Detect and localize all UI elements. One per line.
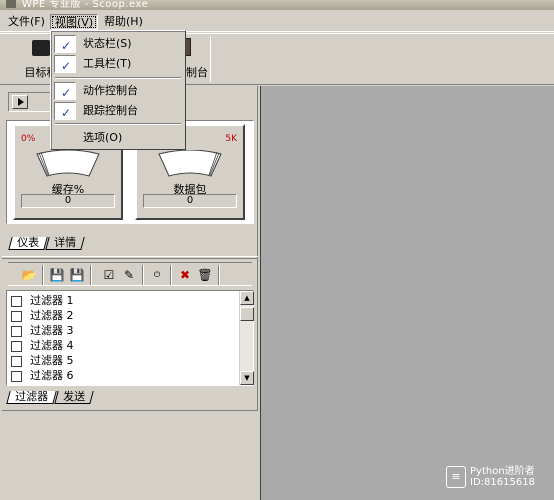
list-item[interactable]: 过滤器 3 xyxy=(11,323,74,338)
watermark-line2: ID:81615618 xyxy=(470,477,535,488)
list-item[interactable]: 过滤器 1 xyxy=(11,293,74,308)
list-item[interactable]: 过滤器 4 xyxy=(11,338,74,353)
view-menu-action-console-label: 动作控制台 xyxy=(83,84,138,97)
tab-gauges[interactable]: 仪表 xyxy=(8,236,48,250)
menu-file[interactable]: 文件(F) xyxy=(4,14,49,30)
save-all-icon[interactable]: 💾 xyxy=(68,266,86,284)
gauge-min-label: 0% xyxy=(21,134,36,144)
toolbar-separator xyxy=(210,36,211,82)
menu-view[interactable]: 视图(V) xyxy=(50,14,99,30)
filter-list-scrollbar[interactable]: ▲ ▼ xyxy=(239,291,254,385)
gauge-arc-icon xyxy=(36,150,100,177)
view-menu-statusbar[interactable]: ✓ 状态栏(S) xyxy=(53,34,183,54)
check-icon: ✓ xyxy=(61,59,72,73)
filter-checkbox[interactable] xyxy=(11,340,22,352)
watermark-line1: Python进阶者 xyxy=(470,466,535,477)
menu-separator xyxy=(55,123,181,125)
scroll-up-icon[interactable]: ▲ xyxy=(240,291,254,305)
action-console-check-box: ✓ xyxy=(54,82,76,100)
filter-checkbox[interactable] xyxy=(11,325,22,337)
filter-checkbox[interactable] xyxy=(11,310,22,322)
list-item[interactable]: 过滤器 2 xyxy=(11,308,74,323)
title-bar: WPE 专业版 - Scoop.exe xyxy=(0,0,554,10)
toolbar-separator xyxy=(42,265,44,285)
delete-icon[interactable]: ✖ xyxy=(176,266,194,284)
view-menu-trace-console[interactable]: ✓ 跟踪控制台 xyxy=(53,101,183,121)
toolbar-separator xyxy=(218,265,220,285)
save-icon[interactable]: 💾 xyxy=(48,266,66,284)
check-icon: ✓ xyxy=(61,106,72,120)
filter-label: 过滤器 6 xyxy=(30,369,74,382)
tab-send[interactable]: 发送 xyxy=(53,390,94,404)
gauge-value: 0 xyxy=(143,194,237,208)
filter-label: 过滤器 3 xyxy=(30,324,74,337)
filter-checkbox[interactable] xyxy=(11,355,22,367)
tab-gauges-label: 仪表 xyxy=(17,236,40,249)
on-off-icon[interactable]: ⏻ xyxy=(148,266,166,284)
check-icon: ✓ xyxy=(61,39,72,53)
gauge-value: 0 xyxy=(21,194,115,208)
scroll-down-icon[interactable]: ▼ xyxy=(240,371,254,385)
trash-icon[interactable]: 🗑 xyxy=(196,266,214,284)
tab-filters-label: 过滤器 xyxy=(15,390,49,403)
check-icon[interactable]: ☑ xyxy=(100,266,118,284)
menu-help[interactable]: 帮助(H) xyxy=(100,14,147,30)
tab-send-label: 发送 xyxy=(62,390,85,403)
play-button[interactable] xyxy=(12,95,28,109)
edit-icon[interactable]: ✎ xyxy=(120,266,138,284)
main-workspace xyxy=(260,86,554,500)
watermark-logo-icon: ≡ xyxy=(446,466,466,488)
view-menu-dropdown: ✓ 状态栏(S) ✓ 工具栏(T) ✓ 动作控制台 ✓ 跟踪控制台 选项(O) xyxy=(50,30,186,150)
check-icon: ✓ xyxy=(61,86,72,100)
menu-bar: 文件(F) 视图(V) 帮助(H) xyxy=(0,12,554,32)
statusbar-check-box: ✓ xyxy=(54,35,76,53)
filter-checkbox[interactable] xyxy=(11,295,22,307)
toolbar-separator xyxy=(90,265,92,285)
chip-icon xyxy=(29,40,53,56)
list-item[interactable]: 过滤器 6 xyxy=(11,368,74,383)
filter-label: 过滤器 1 xyxy=(30,294,74,307)
filter-label: 过滤器 2 xyxy=(30,309,74,322)
toolbar-separator xyxy=(142,265,144,285)
trace-mini-toolbar xyxy=(8,92,54,112)
panel-separator xyxy=(2,256,258,259)
view-menu-statusbar-label: 状态栏(S) xyxy=(83,37,132,50)
trace-console-check-box: ✓ xyxy=(54,102,76,120)
filter-label: 过滤器 4 xyxy=(30,339,74,352)
app-icon xyxy=(6,0,16,8)
toolbar-check-box: ✓ xyxy=(54,55,76,73)
view-menu-options[interactable]: 选项(O) xyxy=(53,128,183,148)
filter-checkbox[interactable] xyxy=(11,370,22,382)
gauge-arc-icon xyxy=(158,150,222,177)
list-item[interactable]: 过滤器 5 xyxy=(11,353,74,368)
tab-details[interactable]: 详情 xyxy=(44,236,85,250)
watermark: ≡ Python进阶者 ID:81615618 xyxy=(446,466,554,496)
toolbar-separator xyxy=(170,265,172,285)
filter-label: 过滤器 5 xyxy=(30,354,74,367)
menu-separator xyxy=(55,77,181,79)
tab-details-label: 详情 xyxy=(53,236,76,249)
tab-filters[interactable]: 过滤器 xyxy=(6,390,57,404)
window-title: WPE 专业版 - Scoop.exe xyxy=(22,0,149,10)
view-menu-options-label: 选项(O) xyxy=(83,131,123,144)
view-menu-trace-console-label: 跟踪控制台 xyxy=(83,104,138,117)
view-menu-toolbar[interactable]: ✓ 工具栏(T) xyxy=(53,54,183,74)
bottom-pane xyxy=(2,410,258,500)
view-menu-toolbar-label: 工具栏(T) xyxy=(83,57,132,70)
filter-toolbar: 📂 💾 💾 ☑ ✎ ⏻ ✖ 🗑 xyxy=(8,262,252,286)
filter-tabs: 过滤器 发送 xyxy=(6,390,94,404)
gauge-tabs: 仪表 详情 xyxy=(8,236,85,250)
view-menu-action-console[interactable]: ✓ 动作控制台 xyxy=(53,81,183,101)
gauge-max-label: 5K xyxy=(225,134,237,144)
filter-list: 过滤器 1 过滤器 2 过滤器 3 过滤器 4 过滤器 5 过滤器 6 ▲ ▼ xyxy=(6,290,254,386)
watermark-text: Python进阶者 ID:81615618 xyxy=(470,466,535,488)
scroll-thumb[interactable] xyxy=(240,307,254,321)
open-folder-icon[interactable]: 📂 xyxy=(20,266,38,284)
